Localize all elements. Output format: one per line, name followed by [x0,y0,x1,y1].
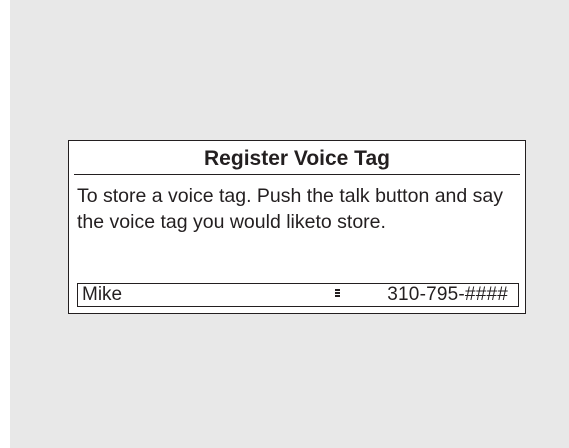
dialog-title: Register Voice Tag [204,147,390,170]
title-divider [74,174,520,175]
register-voice-tag-dialog: Register Voice Tag To store a voice tag.… [68,140,526,314]
entry-phone-number: 310-795-#### [387,284,508,305]
phone-list-icon [335,289,340,300]
display-screen: Register Voice Tag To store a voice tag.… [10,0,569,448]
entry-name: Mike [82,284,123,305]
phonebook-entry-row[interactable]: Mike 310-795-#### [77,283,519,307]
dialog-message: To store a voice tag. Push the talk butt… [77,185,504,233]
